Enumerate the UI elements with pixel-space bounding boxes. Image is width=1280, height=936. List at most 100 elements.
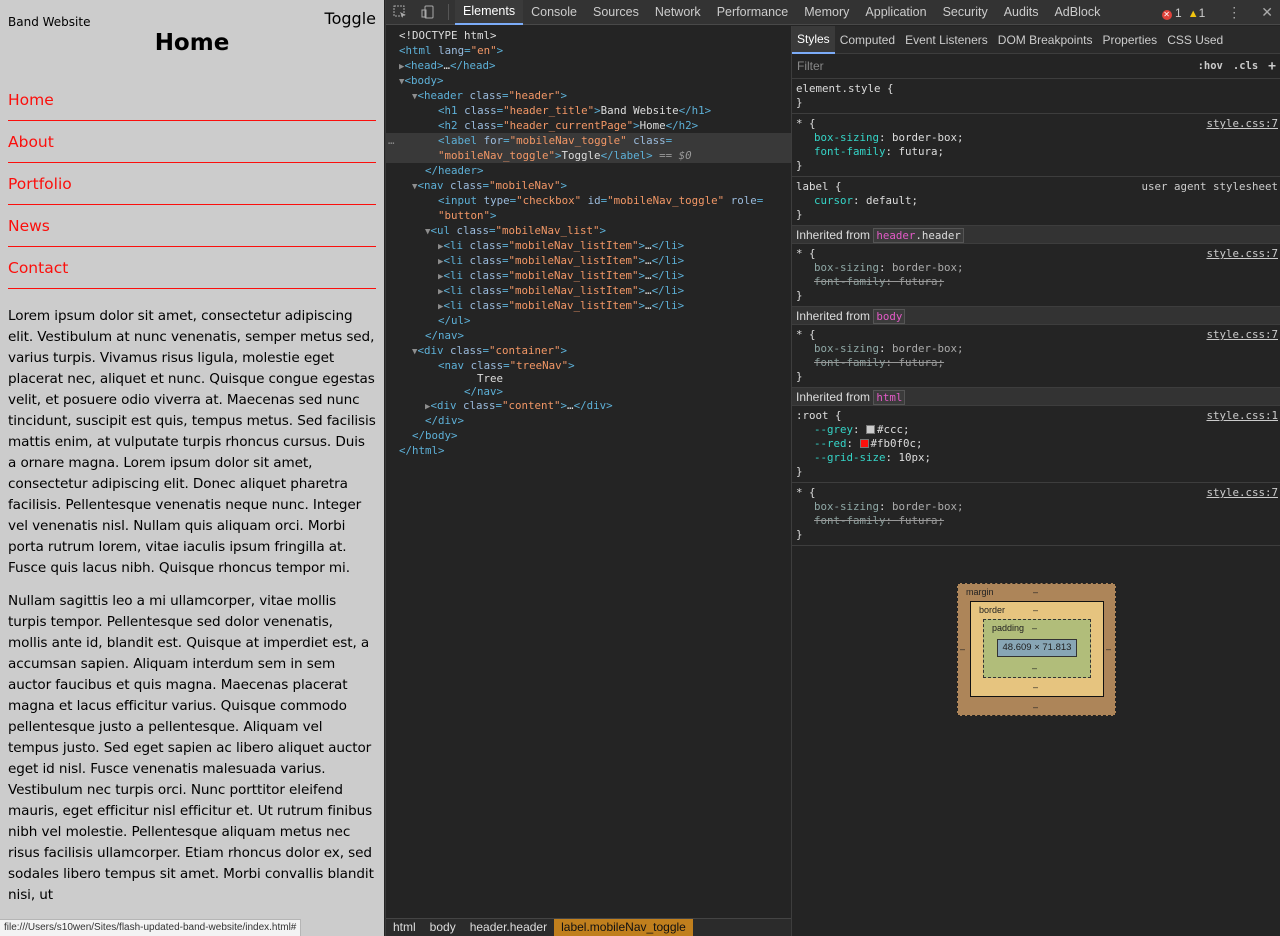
breadcrumb-html[interactable]: html <box>386 919 423 936</box>
dom-line-header[interactable]: ▼<header class="header"> <box>386 88 791 103</box>
color-swatch[interactable] <box>859 439 869 448</box>
tab-audits[interactable]: Audits <box>996 0 1047 25</box>
dom-line-container[interactable]: ▼<div class="container"> <box>386 343 791 358</box>
box-model-border[interactable]: border – – padding – – 48.609 × 71.813 <box>970 601 1104 697</box>
nav-item-portfolio[interactable]: Portfolio <box>8 163 376 205</box>
rule-universal-inherited[interactable]: * { style.css:7 box-sizing: border-box; … <box>792 483 1280 546</box>
nav-item-home[interactable]: Home <box>8 79 376 121</box>
breadcrumb-header[interactable]: header.header <box>463 919 554 936</box>
tab-adblock[interactable]: AdBlock <box>1046 0 1108 25</box>
dom-line-content[interactable]: ▶<div class="content">…</div> <box>386 398 791 413</box>
box-model-padding[interactable]: padding – – 48.609 × 71.813 <box>983 619 1091 678</box>
inspect-element-icon[interactable] <box>386 0 414 25</box>
breadcrumb-label[interactable]: label.mobileNav_toggle <box>554 919 693 936</box>
error-counter[interactable]: ✕ 1 <box>1161 6 1182 20</box>
css-property-overridden[interactable]: font-family: futura; <box>796 356 1277 370</box>
dom-line-doctype[interactable]: <!DOCTYPE html> <box>386 28 791 43</box>
box-model-margin[interactable]: margin – – – – border – – padding – – 48… <box>957 583 1116 716</box>
dom-line-h1[interactable]: <h1 class="header_title">Band Website</h… <box>386 103 791 118</box>
rule-universal-inherited[interactable]: * { style.css:7 box-sizing: border-box; … <box>792 244 1280 307</box>
mobile-nav-toggle[interactable]: Toggle <box>325 9 376 28</box>
inherited-selector[interactable]: html <box>873 390 906 405</box>
dom-line-label-selected-cont[interactable]: "mobileNav_toggle">Toggle</label> == $0 <box>386 148 791 163</box>
rule-element-style[interactable]: element.style { } <box>792 79 1280 114</box>
dom-line-div-close[interactable]: </div> <box>386 413 791 428</box>
css-variable[interactable]: --red: #fb0f0c; <box>796 437 1277 451</box>
nav-item-contact[interactable]: Contact <box>8 247 376 289</box>
dom-line-li[interactable]: ▶<li class="mobileNav_listItem">…</li> <box>386 298 791 313</box>
tab-console[interactable]: Console <box>523 0 585 25</box>
tab-styles[interactable]: Styles <box>792 25 835 54</box>
more-options-icon[interactable]: ⋮ <box>1227 4 1241 21</box>
dom-line-head[interactable]: ▶<head>…</head> <box>386 58 791 73</box>
css-property[interactable]: box-sizing: border-box; <box>796 131 1277 145</box>
css-property[interactable]: box-sizing: border-box; <box>796 261 1277 275</box>
dom-line-label-selected[interactable]: … <label for="mobileNav_toggle" class= <box>386 133 791 148</box>
rule-source-link[interactable]: style.css:7 <box>1206 328 1278 342</box>
dom-line-nav-close[interactable]: </nav> <box>386 328 791 343</box>
css-property-overridden[interactable]: font-family: futura; <box>796 514 1277 528</box>
dom-line-input[interactable]: <input type="checkbox" id="mobileNav_tog… <box>386 193 791 208</box>
new-rule-button[interactable]: + <box>1268 59 1276 74</box>
rule-universal[interactable]: * { style.css:7 box-sizing: border-box; … <box>792 114 1280 177</box>
tab-css-used[interactable]: CSS Used <box>1162 26 1228 54</box>
tab-application[interactable]: Application <box>857 0 934 25</box>
tab-network[interactable]: Network <box>647 0 709 25</box>
css-property[interactable]: font-family: futura; <box>796 145 1277 159</box>
dom-line-h2[interactable]: <h2 class="header_currentPage">Home</h2> <box>386 118 791 133</box>
css-variable[interactable]: --grey: #ccc; <box>796 423 1277 437</box>
rule-source-link[interactable]: style.css:7 <box>1206 247 1278 261</box>
rule-universal-inherited[interactable]: * { style.css:7 box-sizing: border-box; … <box>792 325 1280 388</box>
css-property-overridden[interactable]: font-family: futura; <box>796 275 1277 289</box>
warning-counter[interactable]: ▲1 <box>1188 6 1206 20</box>
class-toggle-button[interactable]: .cls <box>1233 60 1258 72</box>
nav-item-news[interactable]: News <box>8 205 376 247</box>
border-bottom-value: – <box>1033 682 1039 692</box>
dom-line-body-close[interactable]: </body> <box>386 428 791 443</box>
css-property[interactable]: box-sizing: border-box; <box>796 500 1277 514</box>
tab-security[interactable]: Security <box>935 0 996 25</box>
rule-source-link[interactable]: style.css:7 <box>1206 117 1278 131</box>
tab-elements[interactable]: Elements <box>455 0 524 25</box>
dom-line-input-cont[interactable]: "button"> <box>386 208 791 223</box>
css-property[interactable]: cursor: default; <box>796 194 1277 208</box>
nav-item-about[interactable]: About <box>8 121 376 163</box>
dom-line-ul[interactable]: ▼<ul class="mobileNav_list"> <box>386 223 791 238</box>
tab-computed[interactable]: Computed <box>835 26 900 54</box>
rule-source-link[interactable]: style.css:7 <box>1206 486 1278 500</box>
dom-line-treenav-close[interactable]: </nav> <box>386 384 791 399</box>
hover-state-button[interactable]: :hov <box>1198 60 1223 72</box>
dom-line-ul-close[interactable]: </ul> <box>386 313 791 328</box>
inherited-selector[interactable]: header.header <box>873 228 964 243</box>
tab-event-listeners[interactable]: Event Listeners <box>900 26 993 54</box>
dom-line-li[interactable]: ▶<li class="mobileNav_listItem">…</li> <box>386 268 791 283</box>
dom-line-html-close[interactable]: </html> <box>386 443 791 458</box>
tab-dom-breakpoints[interactable]: DOM Breakpoints <box>993 26 1098 54</box>
tab-properties[interactable]: Properties <box>1097 26 1162 54</box>
dom-line-li[interactable]: ▶<li class="mobileNav_listItem">…</li> <box>386 253 791 268</box>
rule-close: } <box>796 208 803 221</box>
error-icon: ✕ <box>1161 9 1172 20</box>
dom-line-html[interactable]: <html lang="en"> <box>386 43 791 58</box>
box-model-content[interactable]: 48.609 × 71.813 <box>997 639 1077 657</box>
dom-line-li[interactable]: ▶<li class="mobileNav_listItem">…</li> <box>386 238 791 253</box>
rule-label-ua[interactable]: label { user agent stylesheet cursor: de… <box>792 177 1280 226</box>
tab-performance[interactable]: Performance <box>709 0 797 25</box>
rule-source-link[interactable]: style.css:1 <box>1206 409 1278 423</box>
styles-filter-row: :hov .cls + <box>792 54 1280 79</box>
close-icon[interactable]: ✕ <box>1261 4 1273 21</box>
device-toolbar-icon[interactable] <box>414 0 442 25</box>
dom-line-nav[interactable]: ▼<nav class="mobileNav"> <box>386 178 791 193</box>
rule-root[interactable]: :root { style.css:1 --grey: #ccc; --red:… <box>792 406 1280 483</box>
dom-line-li[interactable]: ▶<li class="mobileNav_listItem">…</li> <box>386 283 791 298</box>
dom-line-body[interactable]: ▼<body> <box>386 73 791 88</box>
dom-line-header-close[interactable]: </header> <box>386 163 791 178</box>
color-swatch[interactable] <box>866 425 876 434</box>
css-property[interactable]: box-sizing: border-box; <box>796 342 1277 356</box>
css-variable[interactable]: --grid-size: 10px; <box>796 451 1277 465</box>
tab-sources[interactable]: Sources <box>585 0 647 25</box>
inherited-selector[interactable]: body <box>873 309 906 324</box>
styles-filter-input[interactable] <box>797 59 1188 73</box>
breadcrumb-body[interactable]: body <box>423 919 463 936</box>
tab-memory[interactable]: Memory <box>796 0 857 25</box>
